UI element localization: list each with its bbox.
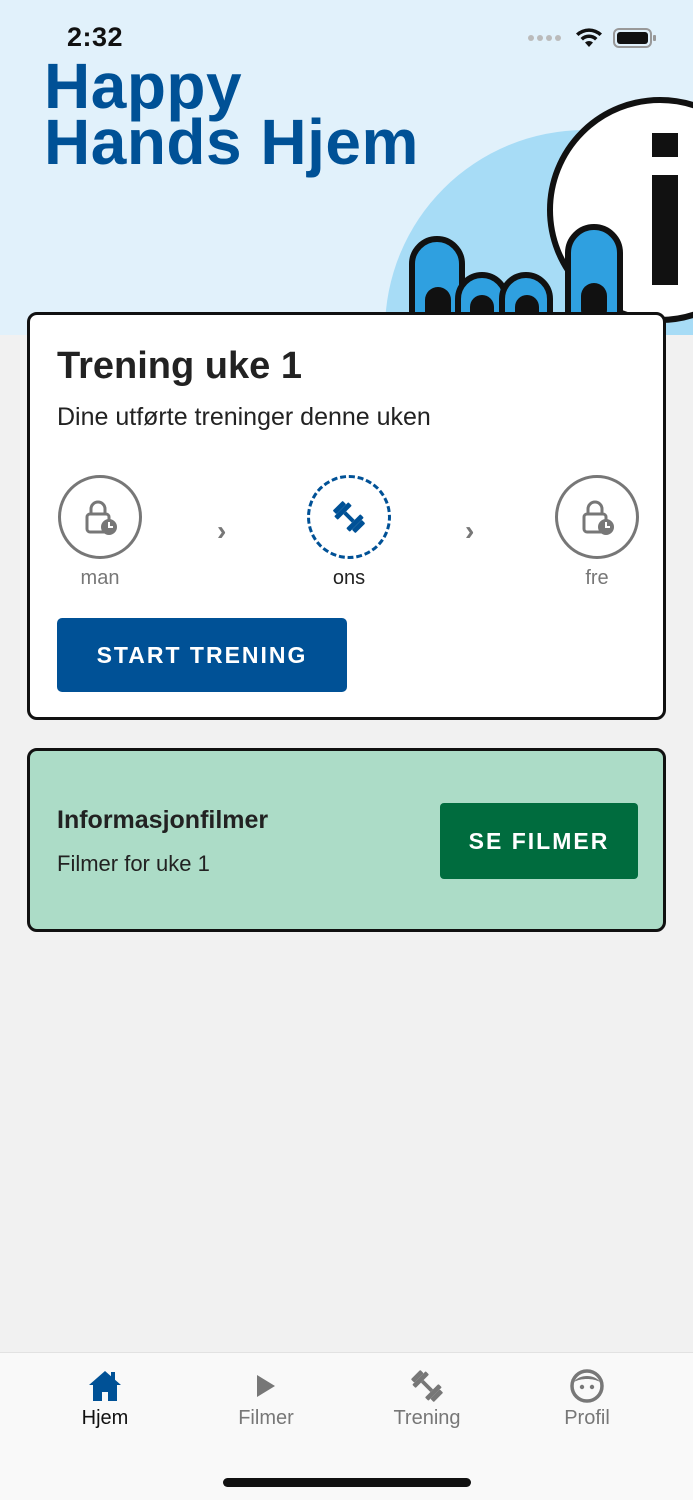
face-icon [570, 1369, 604, 1403]
mascot-hand-icon [385, 97, 693, 335]
battery-icon [613, 28, 656, 48]
day-label: fre [585, 567, 609, 589]
chevron-right-icon: › [217, 515, 227, 546]
dumbbell-icon [411, 1370, 443, 1402]
day-ons[interactable]: ons [306, 475, 392, 590]
dumbbell-icon [333, 501, 365, 533]
day-circle [555, 475, 639, 559]
training-card: Trening uke 1 Dine utførte treninger den… [27, 312, 666, 720]
training-subtitle: Dine utførte treninger denne uken [57, 403, 431, 431]
training-title: Trening uke 1 [57, 345, 302, 387]
status-time: 2:32 [67, 22, 124, 52]
chevron-right-icon: › [465, 515, 475, 546]
start-training-button[interactable]: START TRENING [57, 618, 347, 692]
signal-icon [528, 35, 561, 41]
home-indicator[interactable] [223, 1478, 471, 1487]
app-logo: Happy Hands Hjem [44, 54, 419, 178]
see-films-button[interactable]: SE FILMER [440, 803, 638, 879]
play-icon [257, 1375, 275, 1397]
header: 2:32 Happy Hands Hjem [0, 0, 693, 335]
day-man[interactable]: man [57, 475, 143, 590]
logo-line-2: Hands Hjem [44, 106, 419, 178]
day-label: ons [332, 567, 366, 589]
tab-hjem[interactable]: Hjem [45, 1367, 165, 1430]
tab-label: Profil [564, 1407, 610, 1429]
lock-clock-icon [582, 500, 614, 535]
tab-profil[interactable]: Profil [527, 1367, 647, 1430]
status-icons [528, 26, 657, 50]
tab-filmer[interactable]: Filmer [206, 1367, 326, 1430]
info-films-card: Informasjonfilmer Filmer for uke 1 SE FI… [27, 748, 666, 932]
day-label: man [80, 567, 120, 589]
tab-trening[interactable]: Trening [367, 1367, 487, 1430]
home-icon [89, 1371, 121, 1401]
tab-label: Trening [393, 1407, 461, 1429]
lock-clock-icon [85, 500, 117, 535]
info-films-title: Informasjonfilmer [57, 806, 269, 834]
wifi-icon [576, 28, 602, 47]
day-circle-active [307, 475, 391, 559]
day-circle [58, 475, 142, 559]
info-films-subtitle: Filmer for uke 1 [57, 851, 210, 876]
day-fre[interactable]: fre [554, 475, 640, 590]
tab-label: Hjem [81, 1407, 129, 1429]
tab-label: Filmer [238, 1407, 294, 1429]
